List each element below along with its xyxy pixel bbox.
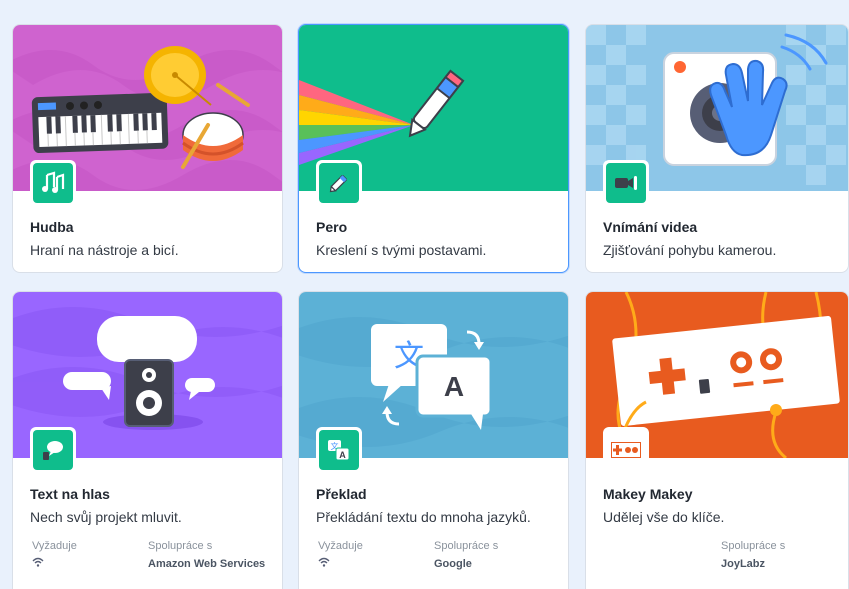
card-description: Překládání textu do mnoha jazyků. xyxy=(316,509,531,525)
pen-icon-tile xyxy=(316,160,362,206)
collaboration-label: Spolupráce s xyxy=(148,540,213,552)
card-title: Hudba xyxy=(30,219,74,235)
translate-icon-tile: 文 A xyxy=(316,427,362,473)
card-title: Vnímání videa xyxy=(603,219,698,235)
collaboration-label: Spolupráce s xyxy=(721,540,786,552)
collaborator-name: JoyLabz xyxy=(721,558,766,570)
collaboration-label: Spolupráce s xyxy=(434,540,499,552)
music-icon-tile xyxy=(30,160,76,206)
pen-icon xyxy=(329,175,347,193)
requires-label: Vyžaduje xyxy=(32,540,77,552)
extension-card-text-to-speech[interactable]: Text na hlas Nech svůj projekt mluvit. V… xyxy=(12,291,283,589)
svg-text:A: A xyxy=(339,450,346,460)
music-notes-icon xyxy=(42,171,65,193)
internet-connection-icon xyxy=(318,557,330,567)
video-camera-icon xyxy=(615,176,637,190)
collaborator-name: Google xyxy=(434,558,472,570)
card-title: Text na hlas xyxy=(30,486,110,502)
extension-card-translate[interactable]: 文 A 文 A Překlad Překládání textu do mnoh… xyxy=(298,291,569,589)
svg-text:A: A xyxy=(444,371,464,402)
collaborator-name: Amazon Web Services xyxy=(148,558,266,570)
text-to-speech-icon-tile xyxy=(30,427,76,473)
extension-card-pen[interactable]: Pero Kreslení s tvými postavami. xyxy=(298,24,569,273)
card-description: Hraní na nástroje a bicí. xyxy=(30,242,179,258)
video-icon-tile xyxy=(603,160,649,206)
extension-card-makey-makey[interactable]: Makey Makey Udělej vše do klíče. Spolupr… xyxy=(585,291,849,589)
translate-icon: 文 A xyxy=(328,440,350,461)
card-description: Udělej vše do klíče. xyxy=(603,509,725,525)
extension-library-grid: Hudba Hraní na nástroje a bicí. Pero Kre… xyxy=(0,0,849,589)
card-description: Kreslení s tvými postavami. xyxy=(316,242,487,258)
extension-card-video-sensing[interactable]: Vnímání videa Zjišťování pohybu kamerou. xyxy=(585,24,849,273)
makey-makey-icon xyxy=(611,442,641,458)
internet-connection-icon xyxy=(32,557,44,567)
requires-label: Vyžaduje xyxy=(318,540,363,552)
card-title: Překlad xyxy=(316,486,367,502)
makey-makey-icon-tile xyxy=(603,427,649,473)
card-title: Pero xyxy=(316,219,348,235)
card-description: Zjišťování pohybu kamerou. xyxy=(603,242,777,258)
speech-bubble-icon xyxy=(43,441,63,460)
card-description: Nech svůj projekt mluvit. xyxy=(30,509,182,525)
extension-card-music[interactable]: Hudba Hraní na nástroje a bicí. xyxy=(12,24,283,273)
card-title: Makey Makey xyxy=(603,486,693,502)
